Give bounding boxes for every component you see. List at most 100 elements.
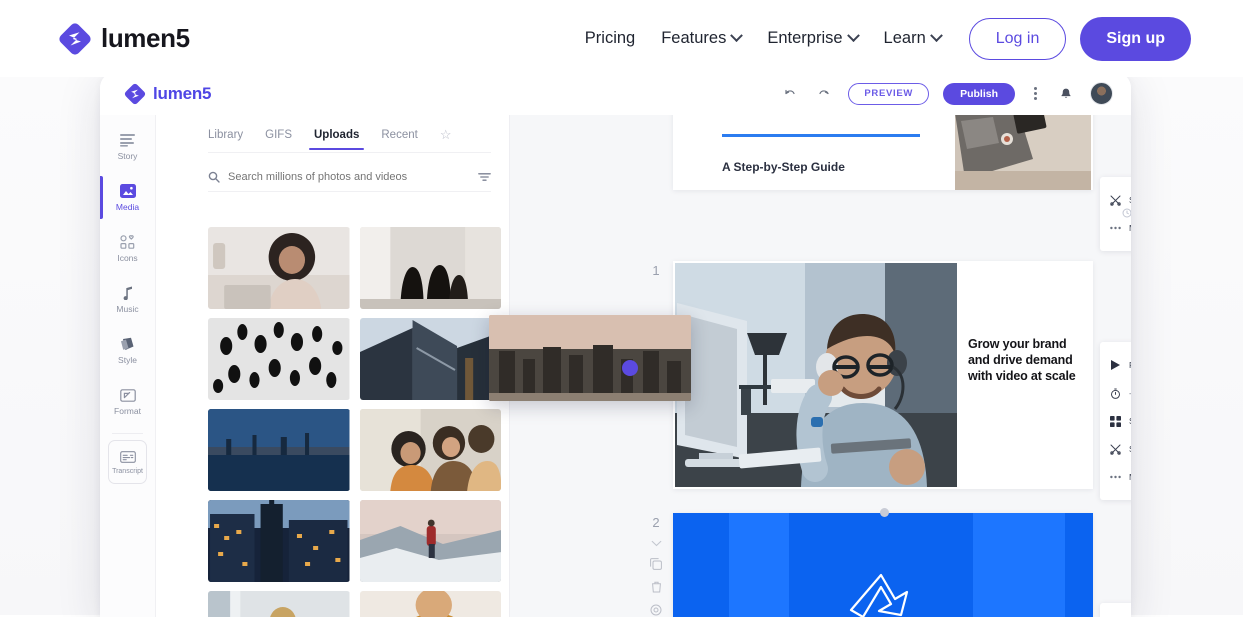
rail-divider: [112, 433, 143, 434]
login-button[interactable]: Log in: [968, 17, 1067, 60]
list-item[interactable]: [359, 409, 501, 491]
stopwatch-icon: [1110, 388, 1121, 399]
swap-design-button[interactable]: Swap Design: [1100, 407, 1131, 435]
clock-icon: [1122, 208, 1131, 218]
more-horizontal-icon: [1110, 472, 1121, 483]
search-icon: [208, 171, 220, 183]
app-brand-logo[interactable]: lumen5: [124, 83, 212, 105]
nav-link-learn[interactable]: Learn: [884, 29, 943, 48]
nav-link-enterprise[interactable]: Enterprise: [767, 29, 860, 48]
left-rail: Story Media Icons Music Style Format Tra…: [100, 115, 156, 617]
chevron-down-icon: [730, 29, 744, 43]
scene-card[interactable]: Grow your brand and drive demand with vi…: [673, 261, 1093, 489]
chevron-down-icon[interactable]: [651, 540, 662, 547]
star-outline-icon[interactable]: ☆: [440, 127, 452, 143]
list-item[interactable]: [208, 591, 350, 617]
trash-icon[interactable]: [651, 581, 662, 593]
list-item[interactable]: [359, 500, 501, 582]
scene-decor-shape: [729, 513, 789, 617]
scene-card[interactable]: [673, 508, 1093, 617]
list-item[interactable]: [208, 227, 350, 309]
list-item[interactable]: [208, 318, 350, 400]
tab-library[interactable]: Library: [208, 129, 243, 150]
chevron-down-icon: [846, 29, 860, 43]
menu-label: More options: [1129, 472, 1131, 482]
chevron-down-icon: [929, 29, 943, 43]
redo-arrow-icon[interactable]: [814, 84, 834, 104]
preview-button[interactable]: PREVIEW: [848, 82, 930, 105]
tab-recent[interactable]: Recent: [381, 129, 417, 150]
publish-button[interactable]: Publish: [943, 82, 1015, 105]
scene-tools: [643, 540, 669, 616]
scene-number: 1: [652, 263, 660, 278]
sidebar-item-music[interactable]: Music: [100, 274, 155, 325]
sidebar-item-label: Icons: [117, 252, 138, 263]
duplicate-icon[interactable]: [650, 558, 662, 570]
sidebar-item-style[interactable]: Style: [100, 325, 155, 376]
lumen5-logo-icon: [124, 83, 146, 105]
sidebar-item-transcript[interactable]: Transcript: [108, 440, 147, 484]
icons-grid-icon: [119, 235, 136, 250]
list-item[interactable]: [359, 318, 501, 400]
sidebar-item-media[interactable]: Media: [100, 172, 155, 223]
sidebar-item-label: Media: [115, 201, 140, 212]
preview-scene-button[interactable]: Preview: [1100, 351, 1131, 379]
drag-cursor-dot: [622, 360, 638, 376]
shuffle-scissors-icon: [1110, 195, 1121, 206]
scene-drag-handle[interactable]: [880, 508, 889, 517]
total-duration[interactable]: 00:15: [1122, 207, 1131, 218]
notification-bell-icon[interactable]: [1056, 84, 1076, 104]
nav-link-label: Enterprise: [767, 29, 843, 47]
shuffle-scissors-icon: [1110, 444, 1121, 455]
tabs-divider: [208, 152, 491, 153]
swap-grid-icon: [1110, 415, 1121, 427]
media-tabs: Library GIFS Uploads Recent ☆: [156, 115, 509, 153]
signup-button[interactable]: Sign up: [1080, 16, 1191, 61]
brand-name: lumen5: [101, 23, 190, 53]
sidebar-item-story[interactable]: Story: [100, 121, 155, 172]
shuffle-colors-button[interactable]: Shuffle Colors: [1100, 435, 1131, 463]
scene-options-menu: Preview - 3s +: [1100, 342, 1131, 500]
list-item[interactable]: [359, 591, 501, 617]
list-item[interactable]: [359, 227, 501, 309]
app-brand-name: lumen5: [153, 83, 212, 103]
user-avatar[interactable]: [1090, 82, 1113, 105]
undo-arrow-icon[interactable]: [780, 84, 800, 104]
nav-links: Pricing Features Enterprise Learn: [585, 29, 943, 48]
tab-uploads[interactable]: Uploads: [308, 129, 365, 151]
list-item[interactable]: [208, 409, 350, 491]
play-triangle-icon: [1110, 360, 1121, 371]
media-panel: Library GIFS Uploads Recent ☆: [156, 115, 691, 617]
sidebar-item-icons[interactable]: Icons: [100, 223, 155, 274]
transcript-icon: [119, 450, 136, 465]
filter-icon[interactable]: [478, 172, 491, 182]
format-frame-icon: [119, 388, 136, 403]
more-options-button[interactable]: More options: [1100, 214, 1131, 242]
app-header-actions: PREVIEW Publish: [780, 82, 1113, 105]
nav-link-features[interactable]: Features: [661, 29, 744, 48]
nav-link-pricing[interactable]: Pricing: [585, 29, 635, 48]
tab-gifs[interactable]: GIFS: [265, 129, 292, 150]
scene-card[interactable]: A Step-by-Step Guide: [673, 115, 1093, 190]
more-options-button[interactable]: More options: [1100, 463, 1131, 491]
sidebar-item-format[interactable]: Format: [100, 376, 155, 427]
media-thumbnail-grid: [208, 227, 501, 617]
sidebar-item-label: Format: [114, 405, 141, 416]
menu-label: Shuffle Colors: [1129, 195, 1131, 205]
media-image-icon: [119, 184, 136, 199]
top-navbar: lumen5 Pricing Features Enterprise Learn…: [0, 0, 1243, 77]
brand-logo[interactable]: lumen5: [58, 22, 190, 56]
scene-number: 2: [652, 515, 660, 530]
scene-accent-line: [722, 134, 920, 137]
recycle-symbol-icon: [823, 565, 939, 617]
list-item[interactable]: [208, 500, 350, 582]
duration-decrease-button[interactable]: -: [1129, 388, 1131, 398]
app-screenshot-card: lumen5 PREVIEW Publish Story Media Icons…: [100, 72, 1131, 617]
eye-target-icon[interactable]: [650, 604, 662, 616]
scene-decor-shape: [973, 513, 1065, 617]
sidebar-item-label: Music: [116, 303, 139, 314]
search-input[interactable]: [228, 170, 491, 183]
story-lines-icon: [119, 133, 136, 148]
drag-preview-thumbnail: [489, 315, 691, 401]
more-vertical-icon[interactable]: [1029, 87, 1042, 100]
